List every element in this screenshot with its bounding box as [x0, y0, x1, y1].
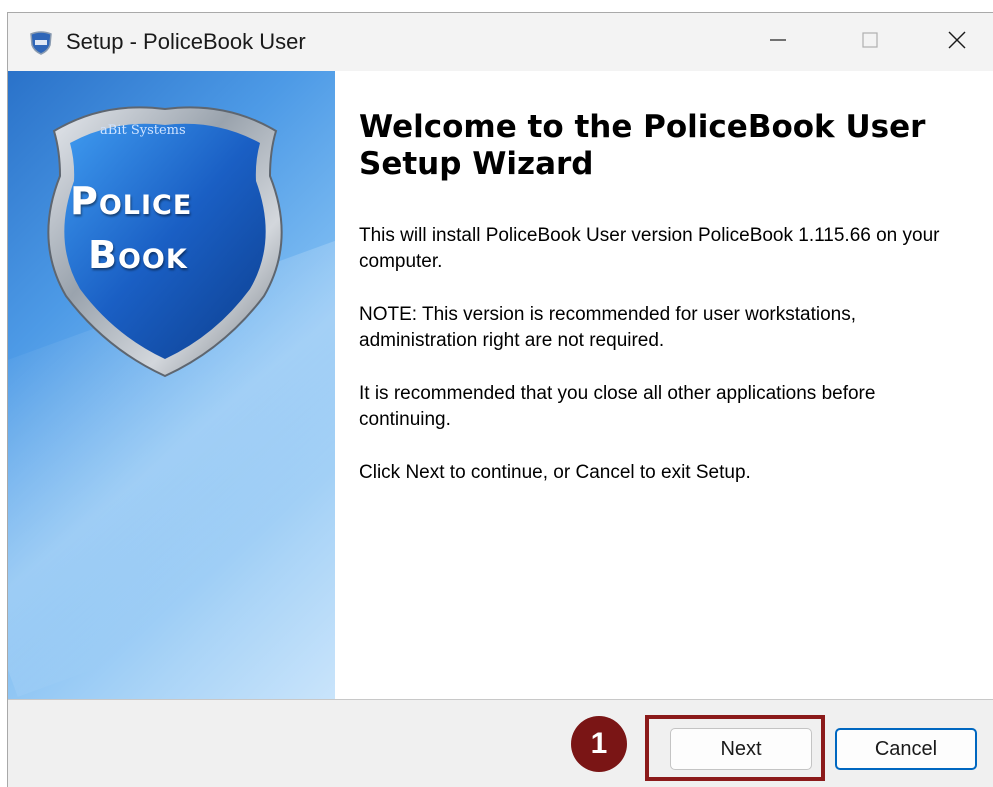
note-text: NOTE: This version is recommended for us…	[359, 304, 856, 351]
install-info-text: This will install PoliceBook User versio…	[359, 225, 940, 272]
logo-small-text: aBit Systems	[100, 123, 186, 138]
wizard-content: Welcome to the PoliceBook User Setup Wiz…	[335, 71, 993, 699]
step-badge: 1	[571, 716, 627, 772]
title-bar[interactable]: Setup - PoliceBook User	[8, 13, 993, 71]
minimize-button[interactable]	[732, 13, 824, 71]
maximize-button[interactable]	[824, 13, 916, 71]
welcome-heading: Welcome to the PoliceBook User Setup Wiz…	[359, 109, 926, 182]
next-button[interactable]: Next	[670, 728, 812, 770]
policebook-shield-icon	[28, 31, 54, 55]
setup-window: Setup - PoliceBook User aBit Systems Pol…	[7, 12, 993, 787]
logo-line-police: Police	[70, 179, 193, 223]
window-title: Setup - PoliceBook User	[66, 29, 306, 54]
close-icon	[946, 29, 968, 56]
cancel-button[interactable]: Cancel	[835, 728, 977, 770]
close-apps-text: It is recommended that you close all oth…	[359, 383, 876, 430]
wizard-footer: 1 Next Cancel	[8, 699, 993, 787]
minimize-icon	[768, 30, 788, 55]
continue-instructions-text: Click Next to continue, or Cancel to exi…	[359, 462, 751, 483]
logo-line-book: Book	[88, 233, 188, 277]
maximize-icon	[860, 30, 880, 55]
close-button[interactable]	[911, 13, 993, 71]
wizard-sidebar: aBit Systems Police Book	[8, 71, 335, 699]
